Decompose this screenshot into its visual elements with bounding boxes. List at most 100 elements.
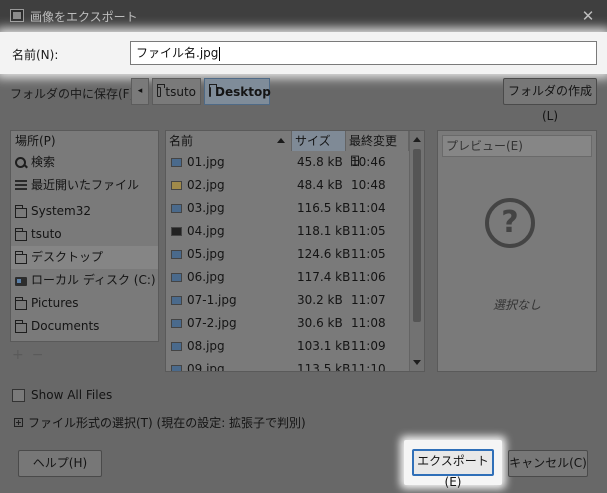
place-item-documents[interactable]: Documents — [11, 315, 158, 338]
file-name-cell: 07-1.jpg — [171, 289, 237, 312]
file-name-cell: 04.jpg — [171, 220, 225, 243]
remove-bookmark-icon[interactable]: − — [32, 347, 44, 363]
folder-icon — [15, 319, 27, 333]
scroll-up-icon[interactable] — [413, 137, 421, 142]
folder-icon — [209, 83, 217, 97]
file-size: 48.4 kB — [297, 178, 343, 192]
folder-icon — [15, 204, 27, 218]
image-file-icon — [171, 319, 182, 328]
file-row[interactable]: 03.jpg 116.5 kB 11:04 — [166, 197, 409, 220]
place-item-recent[interactable]: 最近開いたファイル — [11, 174, 158, 197]
file-name-cell: 07-2.jpg — [171, 312, 237, 335]
file-row[interactable]: 02.jpg 48.4 kB 10:48 — [166, 174, 409, 197]
file-row[interactable]: 05.jpg 124.6 kB 11:05 — [166, 243, 409, 266]
places-header[interactable]: 場所(P) — [11, 131, 158, 151]
place-item-local-disk[interactable]: ローカル ディスク (C:) — [11, 269, 158, 292]
expand-icon[interactable] — [14, 418, 23, 427]
place-label: ローカル ディスク (C:) — [31, 273, 156, 287]
file-row[interactable]: 06.jpg 117.4 kB 11:06 — [166, 266, 409, 289]
place-label: Pictures — [31, 296, 79, 310]
create-folder-button[interactable]: フォルダの作成(L) — [503, 78, 597, 123]
breadcrumb-tsuto[interactable]: tsuto — [152, 78, 201, 105]
show-all-files-checkbox[interactable] — [12, 388, 25, 402]
file-modified: 10:48 — [351, 178, 386, 192]
file-row[interactable]: 01.jpg 45.8 kB 10:46 — [166, 151, 409, 174]
file-size: 116.5 kB — [297, 201, 351, 215]
app-icon — [10, 9, 24, 22]
file-name-cell: 05.jpg — [171, 243, 225, 266]
file-row[interactable]: 04.jpg 118.1 kB 11:05 — [166, 220, 409, 243]
help-button[interactable]: ヘルプ(H) — [18, 450, 102, 477]
close-icon[interactable]: ✕ — [578, 6, 598, 26]
filename-row: 名前(N): ファイル名.jpg — [0, 32, 607, 74]
file-list: 名前 サイズ 最終変更日 01.jpg 45.8 kB 10:46 02.jpg… — [165, 130, 425, 372]
file-size: 117.4 kB — [297, 270, 351, 284]
filename-value: ファイル名.jpg — [136, 46, 219, 60]
no-selection-text: 選択なし — [492, 298, 541, 312]
place-item-pictures[interactable]: Pictures — [11, 292, 158, 315]
file-name: 06.jpg — [187, 270, 225, 284]
place-item-search[interactable]: 検索 — [11, 151, 158, 174]
file-row[interactable]: 08.jpg 103.1 kB 11:09 — [166, 335, 409, 358]
file-row[interactable]: 07-2.jpg 30.6 kB 11:08 — [166, 312, 409, 335]
recent-icon — [15, 179, 27, 192]
image-file-icon — [171, 273, 182, 282]
title-bar: 画像をエクスポート ✕ — [0, 0, 607, 32]
file-type-label: ファイル形式の選択(T) (現在の設定: 拡張子で判別) — [28, 416, 306, 430]
column-header-size[interactable]: サイズ — [292, 131, 346, 151]
file-size: 30.6 kB — [297, 316, 343, 330]
file-modified: 11:05 — [351, 224, 386, 238]
image-file-icon — [171, 296, 182, 305]
place-label: System32 — [31, 204, 92, 218]
file-modified: 11:08 — [351, 316, 386, 330]
file-name: 05.jpg — [187, 247, 225, 261]
file-name-cell: 01.jpg — [171, 151, 225, 174]
export-button[interactable]: エクスポート(E) — [412, 449, 494, 489]
column-header-label: サイズ — [295, 134, 331, 148]
image-file-icon — [171, 365, 182, 371]
question-mark-icon: ? — [485, 198, 535, 248]
file-list-scrollbar[interactable] — [409, 131, 424, 371]
file-modified: 10:46 — [351, 155, 386, 169]
place-label: デスクトップ — [31, 250, 104, 264]
save-in-label: フォルダの中に保存(F): — [10, 87, 139, 101]
breadcrumb-label: Desktop — [215, 84, 271, 99]
file-modified: 11:04 — [351, 201, 386, 215]
text-caret — [219, 46, 221, 61]
add-bookmark-icon[interactable]: + — [12, 347, 24, 363]
file-size: 45.8 kB — [297, 155, 343, 169]
place-item-system32[interactable]: System32 — [11, 200, 158, 223]
file-size: 103.1 kB — [297, 339, 351, 353]
cancel-button[interactable]: キャンセル(C) — [508, 450, 588, 477]
file-name-cell: 08.jpg — [171, 335, 225, 358]
scroll-down-icon[interactable] — [413, 360, 421, 365]
preview-toggle[interactable]: プレビュー(E) — [442, 135, 592, 157]
file-row[interactable]: 09.jpg 113.5 kB 11:10 — [166, 358, 409, 372]
column-header-modified[interactable]: 最終変更日 — [346, 131, 409, 168]
file-row[interactable]: 07-1.jpg 30.2 kB 11:07 — [166, 289, 409, 312]
drive-icon — [15, 277, 27, 286]
path-back-button[interactable]: ◂ — [131, 78, 149, 105]
show-all-files-option[interactable]: Show All Files — [12, 388, 112, 402]
file-name: 09.jpg — [187, 362, 225, 372]
scrollbar-thumb[interactable] — [413, 149, 421, 322]
place-item-tsuto[interactable]: tsuto — [11, 223, 158, 246]
file-name: 02.jpg — [187, 178, 225, 192]
place-label: 最近開いたファイル — [31, 178, 140, 192]
folder-icon — [157, 83, 166, 97]
breadcrumb-label: tsuto — [165, 84, 196, 99]
file-name: 01.jpg — [187, 155, 225, 169]
file-name: 03.jpg — [187, 201, 225, 215]
column-header-name[interactable]: 名前 — [166, 131, 292, 151]
file-name: 07-2.jpg — [187, 316, 237, 330]
file-modified: 11:05 — [351, 247, 386, 261]
file-modified: 11:10 — [351, 362, 386, 372]
file-name: 04.jpg — [187, 224, 225, 238]
breadcrumb-desktop[interactable]: Desktop — [204, 78, 271, 105]
sort-ascending-icon — [277, 138, 285, 143]
export-button-highlight: エクスポート(E) — [404, 440, 502, 489]
filename-input[interactable]: ファイル名.jpg — [130, 41, 597, 65]
image-file-icon — [171, 181, 182, 190]
file-type-expander[interactable]: ファイル形式の選択(T) (現在の設定: 拡張子で判別) — [14, 414, 306, 431]
place-item-desktop[interactable]: デスクトップ — [11, 246, 158, 269]
